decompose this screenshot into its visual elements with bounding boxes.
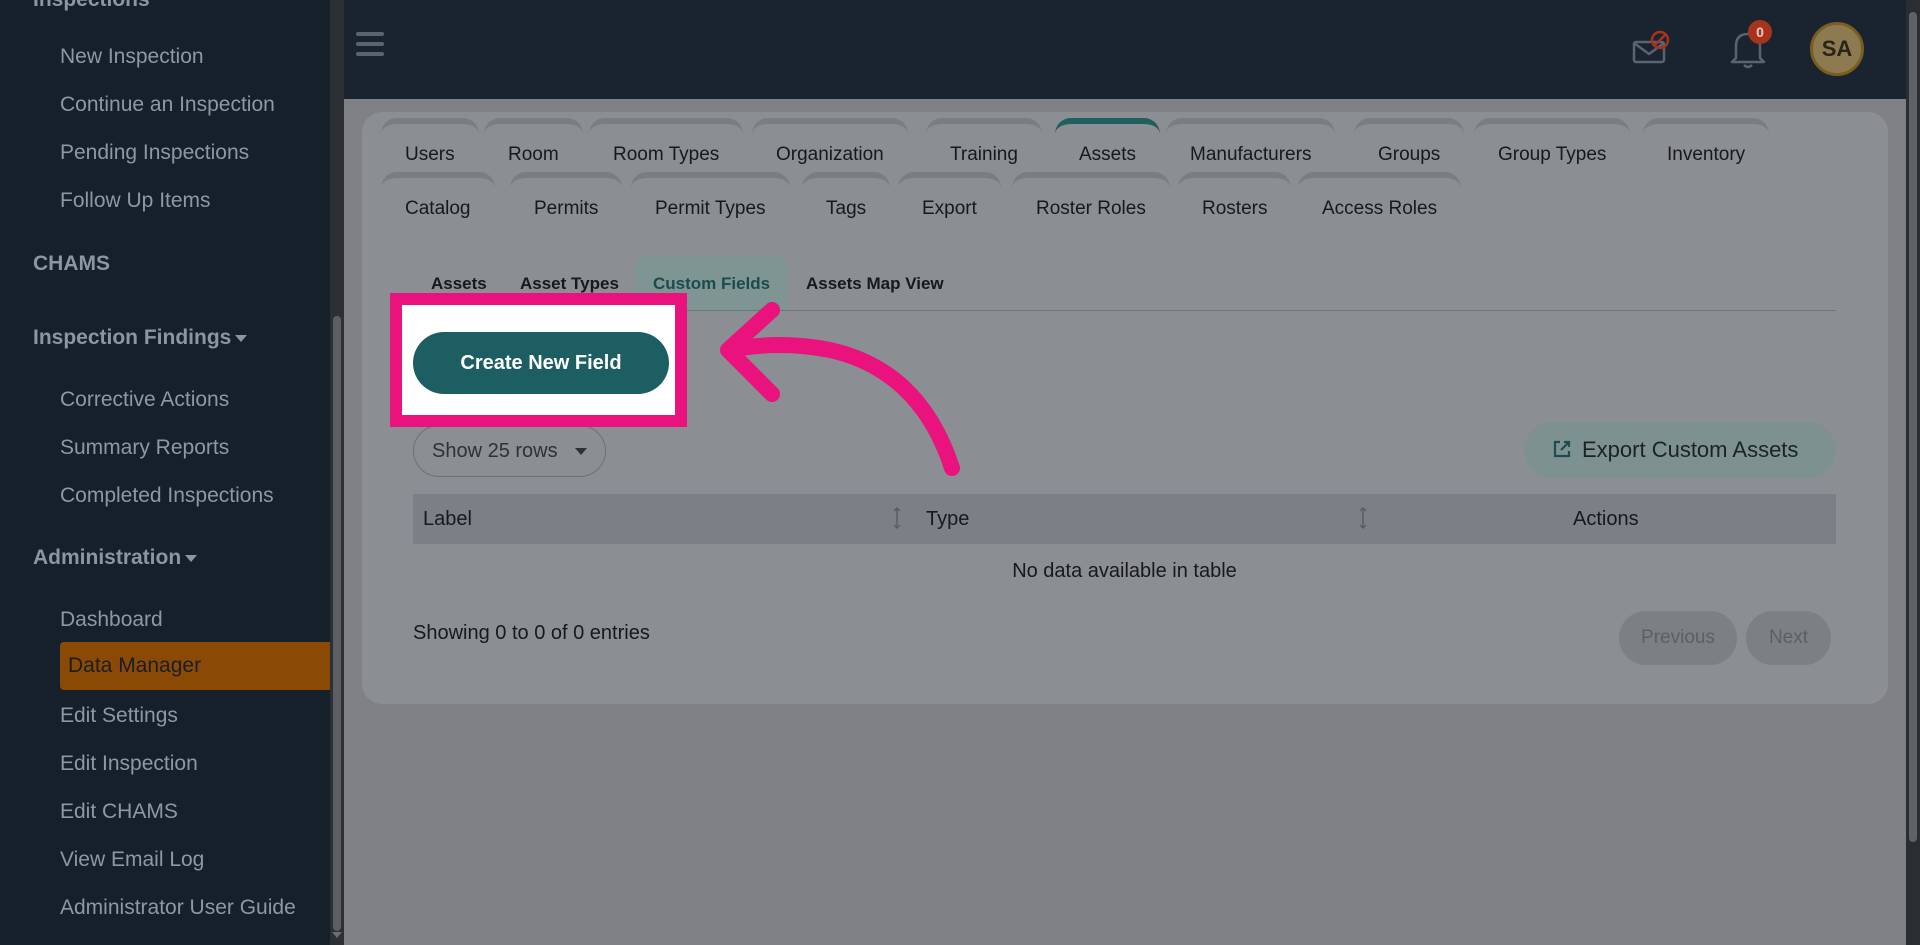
tab-inventory[interactable]: Inventory xyxy=(1643,118,1770,168)
sidebar-section-administration[interactable]: Administration xyxy=(33,546,198,570)
sidebar-item-pending-inspections[interactable]: Pending Inspections xyxy=(60,141,249,165)
sidebar-item-edit-settings[interactable]: Edit Settings xyxy=(60,704,178,728)
previous-page-button[interactable]: Previous xyxy=(1619,611,1737,665)
tab-users[interactable]: Users xyxy=(381,118,479,168)
export-icon xyxy=(1553,440,1571,458)
tab-room-types[interactable]: Room Types xyxy=(589,118,744,168)
sidebar-item-view-email-log[interactable]: View Email Log xyxy=(60,848,204,872)
create-new-field-button[interactable]: Create New Field xyxy=(413,332,669,394)
sidebar-item-continue-inspection[interactable]: Continue an Inspection xyxy=(60,93,275,117)
sidebar-section-chams[interactable]: CHAMS xyxy=(33,252,110,276)
tab-permits[interactable]: Permits xyxy=(510,172,623,222)
tab-training[interactable]: Training xyxy=(926,118,1042,168)
export-custom-assets-button[interactable]: Export Custom Assets xyxy=(1524,422,1836,478)
sidebar-section-inspection-findings[interactable]: Inspection Findings xyxy=(33,326,248,350)
show-rows-select[interactable]: Show 25 rows xyxy=(413,425,606,477)
tab-groups[interactable]: Groups xyxy=(1354,118,1465,168)
caret-down-icon xyxy=(185,554,198,562)
column-header-type[interactable]: Type xyxy=(926,494,969,544)
sidebar-item-dashboard[interactable]: Dashboard xyxy=(60,608,163,632)
tab-group-types[interactable]: Group Types xyxy=(1474,118,1631,168)
tab-permit-types[interactable]: Permit Types xyxy=(631,172,790,222)
caret-down-icon xyxy=(235,334,248,342)
hamburger-menu-icon[interactable] xyxy=(356,32,384,56)
user-avatar[interactable]: SA xyxy=(1810,22,1864,76)
sidebar-item-follow-up-items[interactable]: Follow Up Items xyxy=(60,189,211,213)
notification-count-badge: 0 xyxy=(1748,20,1772,44)
findings-header-label: Inspection Findings xyxy=(33,326,232,349)
tab-roster-roles[interactable]: Roster Roles xyxy=(1012,172,1170,222)
scroll-down-arrow-icon[interactable] xyxy=(332,932,342,938)
sidebar-item-completed-inspections[interactable]: Completed Inspections xyxy=(60,484,274,508)
sort-icon[interactable] xyxy=(1359,506,1367,530)
administration-header-label: Administration xyxy=(33,546,182,569)
dropdown-caret-icon xyxy=(575,448,587,455)
column-header-label[interactable]: Label xyxy=(423,494,472,544)
sidebar-item-edit-inspection[interactable]: Edit Inspection xyxy=(60,752,198,776)
sidebar-item-corrective-actions[interactable]: Corrective Actions xyxy=(60,388,229,412)
sidebar-item-new-inspection[interactable]: New Inspection xyxy=(60,45,204,69)
sidebar-item-data-manager[interactable]: Data Manager xyxy=(60,642,330,690)
table-header: Label Type Actions xyxy=(413,494,1836,544)
tab-export[interactable]: Export xyxy=(898,172,1001,222)
page-scrollbar-thumb[interactable] xyxy=(1909,12,1917,842)
column-header-actions: Actions xyxy=(1573,508,1639,530)
sidebar: Inspections New Inspection Continue an I… xyxy=(0,0,330,945)
sidebar-item-admin-user-guide[interactable]: Administrator User Guide xyxy=(60,896,296,920)
sidebar-item-edit-chams[interactable]: Edit CHAMS xyxy=(60,800,178,824)
sidebar-section-inspections[interactable]: Inspections xyxy=(33,0,150,12)
tab-organization[interactable]: Organization xyxy=(752,118,908,168)
top-bar: 0 SA xyxy=(344,0,1920,99)
tab-manufacturers[interactable]: Manufacturers xyxy=(1166,118,1336,168)
mail-blocked-icon[interactable] xyxy=(1632,30,1670,66)
table-empty-message: No data available in table xyxy=(1012,560,1237,582)
entries-info: Showing 0 to 0 of 0 entries xyxy=(413,622,650,644)
sidebar-scrollbar-thumb[interactable] xyxy=(333,316,341,931)
pointer-arrow-icon xyxy=(720,302,960,476)
tab-assets[interactable]: Assets xyxy=(1055,118,1161,168)
tab-room[interactable]: Room xyxy=(484,118,583,168)
tab-access-roles[interactable]: Access Roles xyxy=(1298,172,1462,222)
tab-catalog[interactable]: Catalog xyxy=(381,172,495,222)
export-button-label: Export Custom Assets xyxy=(1582,437,1799,462)
sidebar-item-summary-reports[interactable]: Summary Reports xyxy=(60,436,229,460)
sort-icon[interactable] xyxy=(893,506,901,530)
tab-tags[interactable]: Tags xyxy=(802,172,891,222)
show-rows-label: Show 25 rows xyxy=(432,440,558,462)
next-page-button[interactable]: Next xyxy=(1746,611,1831,665)
tab-rosters[interactable]: Rosters xyxy=(1178,172,1292,222)
